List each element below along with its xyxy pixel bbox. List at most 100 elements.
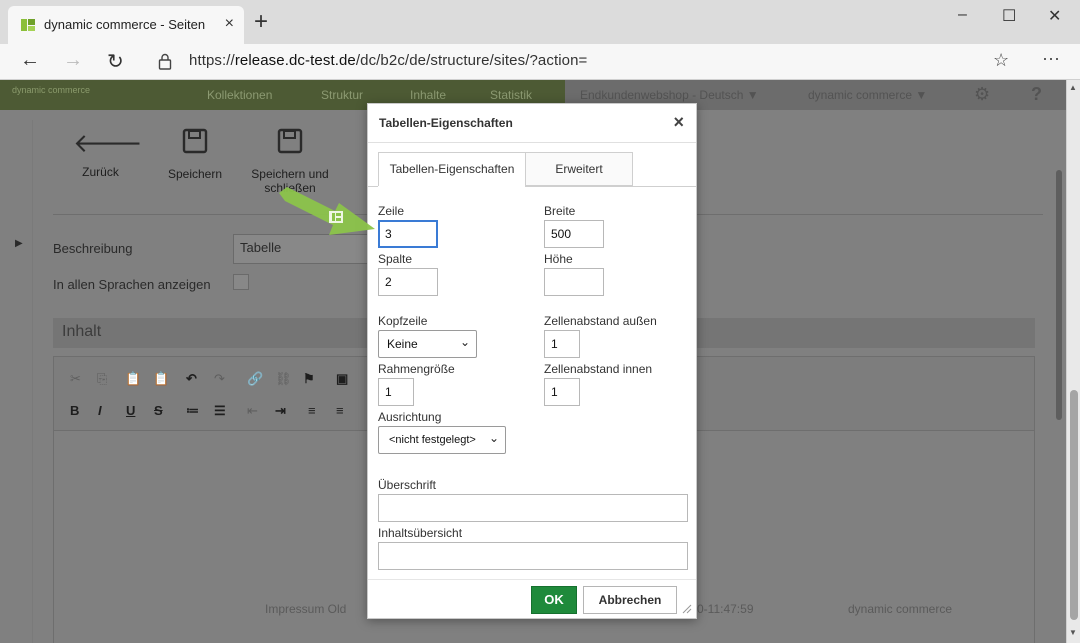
shop-select-label: Endkundenwebshop - Deutsch bbox=[580, 88, 744, 102]
cell-padding-label: Zellenabstand innen bbox=[544, 362, 653, 376]
floppy-disk-icon bbox=[247, 128, 333, 161]
company-select-label: dynamic commerce bbox=[808, 88, 913, 102]
back-arrow-icon: 🡐 bbox=[73, 128, 143, 158]
browser-tab[interactable]: dynamic commerce - Seiten × bbox=[8, 6, 244, 44]
browser-tab-bar: dynamic commerce - Seiten × + – ☐ ✕ bbox=[0, 0, 1080, 44]
address-bar: ← → ↻ https://release.dc-test.de/dc/b2c/… bbox=[0, 44, 1080, 80]
window-close-icon[interactable]: ✕ bbox=[1048, 6, 1061, 26]
dialog-close-icon[interactable]: × bbox=[673, 113, 684, 131]
settings-gear-icon[interactable]: ⚙ bbox=[974, 84, 990, 105]
resize-grip-icon[interactable] bbox=[682, 604, 692, 614]
all-languages-label: In allen Sprachen anzeigen bbox=[53, 277, 211, 292]
url-path: /dc/b2c/de/structure/sites/?action= bbox=[355, 52, 588, 69]
tab-advanced[interactable]: Erweitert bbox=[525, 152, 633, 186]
bullet-list-icon[interactable]: ☰ bbox=[214, 403, 226, 419]
header-label: Kopfzeile bbox=[378, 314, 428, 328]
italic-icon[interactable]: I bbox=[98, 403, 102, 418]
align-left-icon[interactable]: ≡ bbox=[308, 403, 316, 418]
minimize-icon[interactable]: – bbox=[958, 6, 967, 24]
dialog-title-divider bbox=[368, 142, 696, 143]
anchor-flag-icon[interactable]: ⚑ bbox=[303, 371, 315, 387]
width-input[interactable]: 500 bbox=[544, 220, 604, 248]
more-options-icon[interactable]: ··· bbox=[1042, 48, 1060, 69]
alignment-select-value: <nicht festgelegt> bbox=[389, 434, 476, 446]
back-button-label: Zurück bbox=[82, 165, 119, 179]
unlink-icon[interactable]: ⛓ bbox=[275, 371, 292, 387]
table-properties-dialog: Tabellen-Eigenschaften × Tabellen-Eigens… bbox=[367, 103, 697, 619]
outdent-icon[interactable]: ⇤ bbox=[247, 403, 258, 419]
redo-icon[interactable]: ↷ bbox=[214, 371, 225, 387]
cell-spacing-label: Zellenabstand außen bbox=[544, 314, 657, 328]
nav-item-contents[interactable]: Inhalte bbox=[410, 88, 446, 102]
indent-icon[interactable]: ⇥ bbox=[275, 403, 286, 419]
pointer-arrow-icon bbox=[279, 187, 375, 235]
footer-left-text: Impressum Old bbox=[265, 602, 347, 616]
nav-item-collections[interactable]: Kollektionen bbox=[207, 88, 272, 102]
caption-label: Überschrift bbox=[378, 478, 437, 492]
url-field[interactable]: https://release.dc-test.de/dc/b2c/de/str… bbox=[189, 52, 587, 69]
collapse-arrow-icon[interactable]: ▶ bbox=[15, 238, 23, 249]
scroll-up-icon[interactable]: ▲ bbox=[1069, 83, 1077, 92]
caption-input[interactable] bbox=[378, 494, 688, 522]
tab-table-properties[interactable]: Tabellen-Eigenschaften bbox=[378, 152, 526, 187]
rows-input[interactable]: 3 bbox=[378, 220, 438, 248]
cell-padding-input[interactable]: 1 bbox=[544, 378, 580, 406]
nav-item-structure[interactable]: Struktur bbox=[321, 88, 363, 102]
header-select-value: Keine bbox=[387, 337, 418, 351]
underline-icon[interactable]: U bbox=[126, 403, 135, 418]
favorite-star-icon[interactable]: ☆ bbox=[993, 50, 1009, 71]
summary-input[interactable] bbox=[378, 542, 688, 570]
border-size-input[interactable]: 1 bbox=[378, 378, 414, 406]
align-center-icon[interactable]: ≡ bbox=[336, 403, 344, 418]
width-label: Breite bbox=[544, 204, 576, 218]
undo-icon[interactable]: ↶ bbox=[186, 371, 197, 387]
page-scrollbar-thumb[interactable] bbox=[1070, 390, 1078, 620]
chevron-down-icon: ⌄ bbox=[459, 335, 470, 349]
header-select[interactable]: Keine ⌄ bbox=[378, 330, 477, 358]
shop-select[interactable]: Endkundenwebshop - Deutsch ▼ bbox=[580, 88, 759, 102]
strikethrough-icon[interactable]: S bbox=[154, 403, 163, 418]
back-arrow-icon[interactable]: ← bbox=[20, 49, 40, 72]
copy-icon[interactable]: ⎘ bbox=[97, 371, 107, 387]
help-icon[interactable]: ? bbox=[1031, 84, 1042, 105]
image-icon[interactable]: ▣ bbox=[336, 371, 348, 387]
cancel-button[interactable]: Abbrechen bbox=[583, 586, 677, 614]
paste-text-icon[interactable]: 📋 bbox=[153, 371, 169, 387]
height-label: Höhe bbox=[544, 252, 573, 266]
app-logo[interactable]: dynamic commerce bbox=[12, 85, 90, 95]
summary-label: Inhaltsübersicht bbox=[378, 526, 463, 540]
bold-icon[interactable]: B bbox=[70, 403, 79, 418]
chevron-down-icon: ⌄ bbox=[488, 431, 499, 445]
company-select[interactable]: dynamic commerce ▼ bbox=[808, 88, 927, 102]
lock-icon bbox=[158, 53, 172, 70]
footer-right-text: dynamic commerce bbox=[848, 602, 953, 616]
dialog-footer-divider bbox=[368, 579, 696, 580]
all-languages-checkbox[interactable] bbox=[233, 274, 249, 290]
refresh-icon[interactable]: ↻ bbox=[107, 49, 124, 74]
ok-button[interactable]: OK bbox=[531, 586, 577, 614]
panel-scrollbar[interactable] bbox=[1055, 120, 1063, 600]
floppy-disk-icon bbox=[163, 128, 227, 161]
description-label: Beschreibung bbox=[53, 241, 133, 256]
active-tab-gap bbox=[378, 186, 525, 187]
panel-scrollbar-thumb[interactable] bbox=[1056, 170, 1062, 420]
save-button[interactable]: Speichern bbox=[163, 128, 227, 181]
tab-close-icon[interactable]: × bbox=[225, 15, 234, 33]
alignment-select[interactable]: <nicht festgelegt> ⌄ bbox=[378, 426, 506, 454]
back-button[interactable]: 🡐 Zurück bbox=[73, 128, 143, 179]
cut-icon[interactable]: ✂ bbox=[70, 371, 81, 387]
cols-input[interactable]: 2 bbox=[378, 268, 438, 296]
paste-icon[interactable]: 📋 bbox=[125, 371, 141, 387]
maximize-icon[interactable]: ☐ bbox=[1002, 6, 1016, 26]
height-input[interactable] bbox=[544, 268, 604, 296]
tab-title: dynamic commerce - Seiten bbox=[44, 17, 206, 32]
cell-spacing-input[interactable]: 1 bbox=[544, 330, 580, 358]
numbered-list-icon[interactable]: ≔ bbox=[186, 403, 199, 419]
new-tab-icon[interactable]: + bbox=[254, 10, 268, 34]
link-icon[interactable]: 🔗 bbox=[247, 371, 263, 387]
rows-label: Zeile bbox=[378, 204, 405, 218]
page-scrollbar[interactable]: ▲ ▼ bbox=[1066, 80, 1080, 643]
scroll-down-icon[interactable]: ▼ bbox=[1069, 628, 1077, 637]
nav-item-statistics[interactable]: Statistik bbox=[490, 88, 532, 102]
forward-arrow-icon[interactable]: → bbox=[63, 49, 83, 72]
